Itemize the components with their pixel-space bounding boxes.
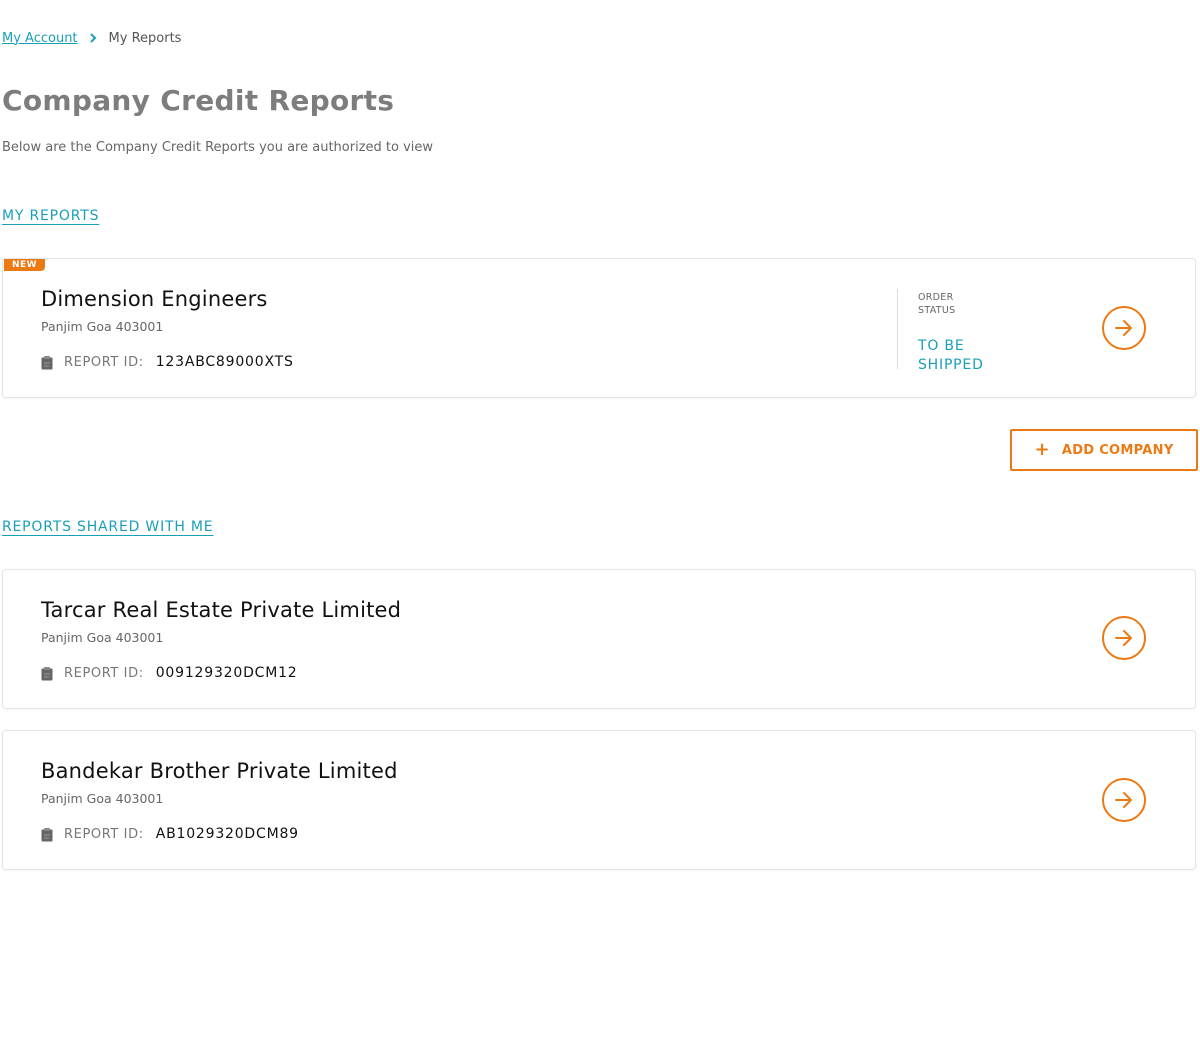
page-subtitle: Below are the Company Credit Reports you… [2,140,434,155]
report-id-label: REPORT ID: [64,354,144,370]
reports-shared-heading[interactable]: REPORTS SHARED WITH ME [2,519,213,535]
company-name: Bandekar Brother Private Limited [41,759,398,783]
clipboard-icon [41,827,53,842]
add-company-button[interactable]: + ADD COMPANY [1010,429,1198,471]
page-title: Company Credit Reports [2,84,395,117]
order-status-label: ORDER STATUS [918,292,956,316]
report-card-tarcar[interactable]: Tarcar Real Estate Private Limited Panji… [2,569,1196,709]
company-address: Panjim Goa 403001 [41,791,164,806]
arrow-right-icon [1115,630,1132,646]
company-name: Tarcar Real Estate Private Limited [41,598,402,622]
add-company-label: ADD COMPANY [1061,442,1174,458]
company-address: Panjim Goa 403001 [41,319,164,334]
report-id-value: AB1029320DCM89 [155,826,299,842]
clipboard-icon [41,666,53,681]
order-status: ORDER STATUS TO BE SHIPPED [897,289,998,373]
order-status-value: TO BE SHIPPED [918,338,984,373]
open-report-button[interactable] [1102,306,1146,350]
breadcrumb-current: My Reports [108,30,182,46]
report-card-bandekar[interactable]: Bandekar Brother Private Limited Panjim … [2,730,1196,870]
plus-icon: + [1034,439,1050,460]
arrow-right-icon [1115,320,1132,336]
report-id-value: 123ABC89000XTS [155,354,294,370]
report-id-row: REPORT ID: AB1029320DCM89 [41,826,299,842]
breadcrumb: My Account My Reports [2,30,181,46]
report-card-dimension-engineers[interactable]: NEW Dimension Engineers Panjim Goa 40300… [2,258,1196,398]
company-address: Panjim Goa 403001 [41,630,164,645]
new-badge: NEW [4,259,46,271]
open-report-button[interactable] [1102,616,1146,660]
clipboard-icon [41,355,53,370]
open-report-button[interactable] [1102,778,1146,822]
report-id-label: REPORT ID: [64,665,144,681]
report-id-value: 009129320DCM12 [155,665,298,681]
report-id-label: REPORT ID: [64,826,144,842]
report-id-row: REPORT ID: 123ABC89000XTS [41,354,294,370]
breadcrumb-my-account-link[interactable]: My Account [2,31,78,46]
my-reports-heading[interactable]: MY REPORTS [2,208,99,224]
chevron-right-icon [84,30,102,46]
report-id-row: REPORT ID: 009129320DCM12 [41,665,298,681]
arrow-right-icon [1115,792,1132,808]
company-name: Dimension Engineers [41,287,268,311]
